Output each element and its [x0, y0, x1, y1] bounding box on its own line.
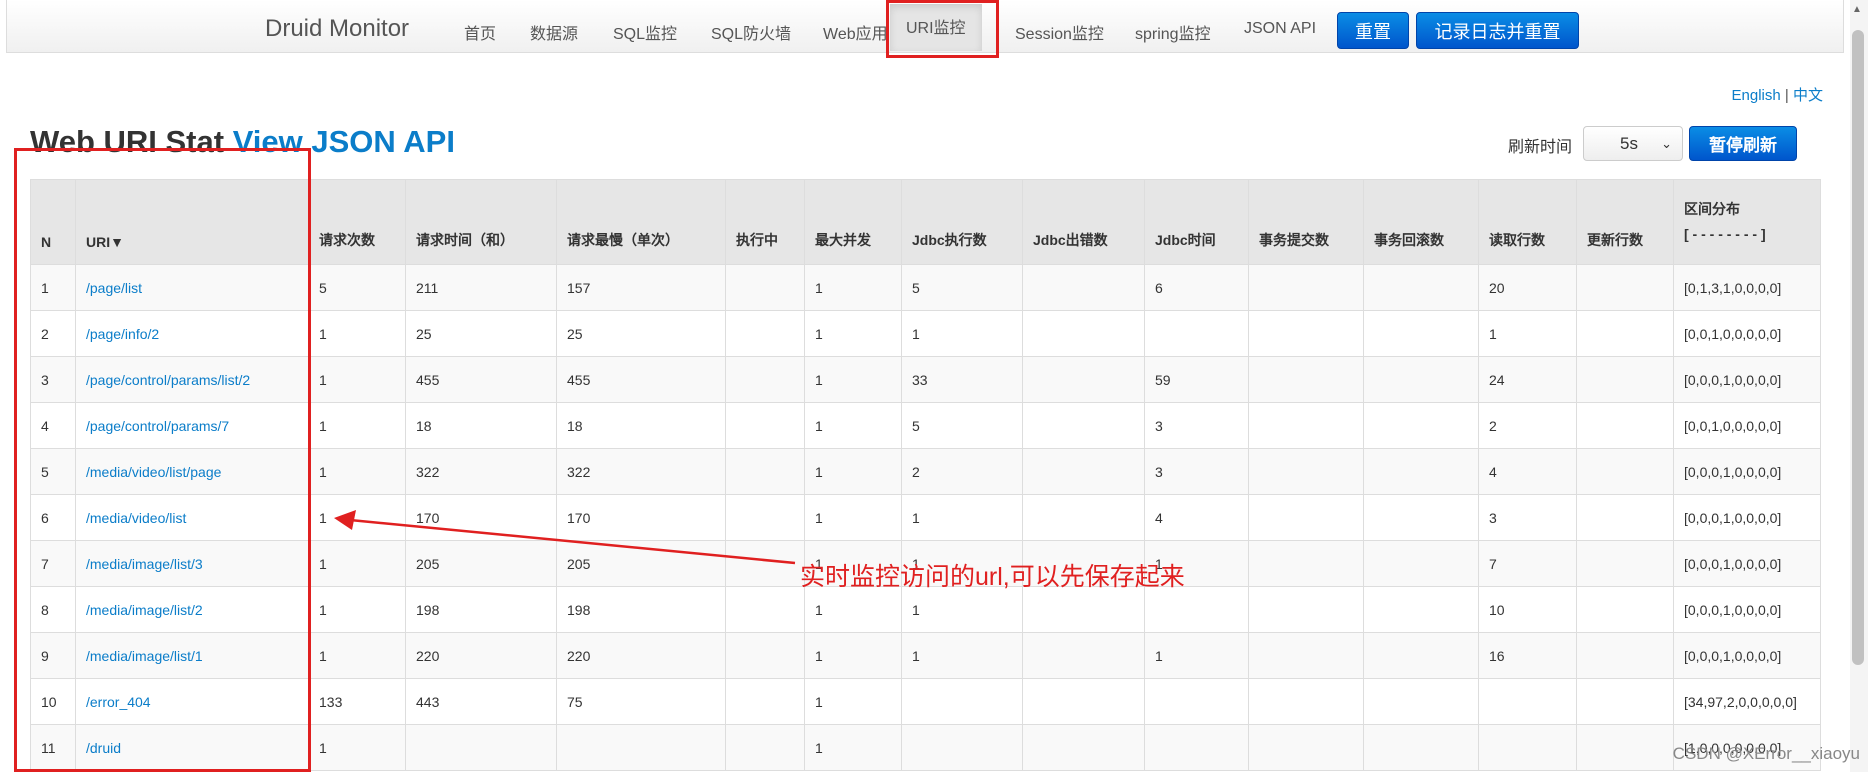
annotation-arrow-line — [349, 518, 796, 565]
annotation-arrow-head — [334, 510, 356, 530]
scrollbar-thumb[interactable] — [1852, 30, 1864, 665]
scroll-up-arrow-icon[interactable]: ▲ — [1852, 4, 1862, 15]
annotation-arrow — [334, 510, 796, 565]
annotation-text: 实时监控访问的url,可以先保存起来 — [800, 563, 1185, 591]
watermark: CSDN @XError__xiaoyu — [1672, 744, 1860, 763]
